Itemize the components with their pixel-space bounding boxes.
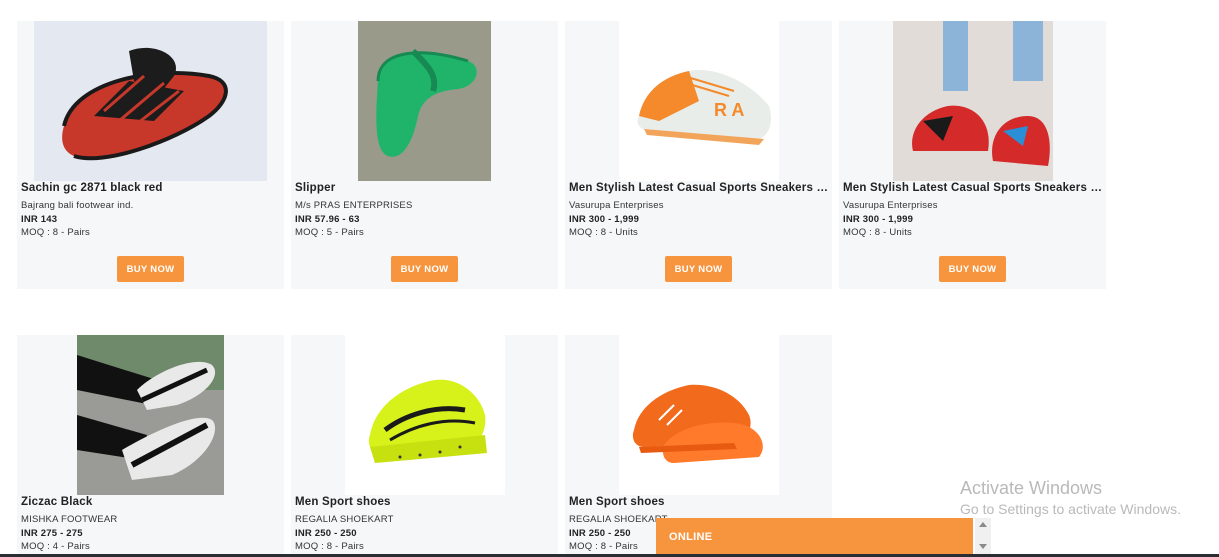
product-price: INR 143 (21, 214, 58, 225)
product-moq: MOQ : 8 - Pairs (569, 541, 638, 552)
product-title[interactable]: Sachin gc 2871 black red (21, 182, 281, 194)
online-chat-bar[interactable]: ONLINE (656, 518, 973, 557)
product-price: INR 300 - 1,999 (569, 214, 640, 225)
product-price: INR 300 - 1,999 (843, 214, 914, 225)
product-grid-page: Sachin gc 2871 black red Bajrang bali fo… (0, 0, 1219, 557)
seller-name[interactable]: M/s PRAS ENTERPRISES (295, 200, 413, 211)
product-image-red-sneakers-worn[interactable] (892, 21, 1053, 181)
product-title[interactable]: Men Sport shoes (295, 496, 555, 508)
product-price: INR 57.96 - 63 (295, 214, 360, 225)
product-moq: MOQ : 5 - Pairs (295, 227, 364, 238)
product-moq: MOQ : 8 - Pairs (21, 227, 90, 238)
product-price: INR 250 - 250 (569, 528, 631, 539)
seller-name[interactable]: REGALIA SHOEKART (569, 514, 668, 525)
seller-name[interactable]: MISHKA FOOTWEAR (21, 514, 117, 525)
seller-name[interactable]: Vasurupa Enterprises (843, 200, 938, 211)
product-price: INR 275 - 275 (21, 528, 83, 539)
watermark-title: Activate Windows (960, 478, 1103, 498)
seller-name[interactable]: Vasurupa Enterprises (569, 200, 664, 211)
buy-now-button[interactable]: BUY NOW (117, 256, 184, 282)
product-image-green-slipper[interactable] (358, 21, 491, 181)
product-card[interactable]: Slipper M/s PRAS ENTERPRISES INR 57.96 -… (291, 21, 558, 289)
product-title[interactable]: Men Stylish Latest Casual Sports Sneaker… (569, 182, 829, 194)
product-moq: MOQ : 8 - Units (843, 227, 912, 238)
product-card[interactable]: Ziczac Black MISHKA FOOTWEAR INR 275 - 2… (17, 335, 284, 557)
product-title[interactable]: Men Sport shoes (569, 496, 829, 508)
product-price: INR 250 - 250 (295, 528, 357, 539)
watermark-subtitle: Go to Settings to activate Windows. (960, 501, 1181, 517)
chat-scrollbar[interactable] (975, 518, 991, 554)
product-title[interactable]: Slipper (295, 182, 555, 194)
product-title[interactable]: Men Stylish Latest Casual Sports Sneaker… (843, 182, 1103, 194)
product-card[interactable]: Sachin gc 2871 black red Bajrang bali fo… (17, 21, 284, 289)
seller-name[interactable]: Bajrang bali footwear ind. (21, 200, 133, 211)
buy-now-button[interactable]: BUY NOW (939, 256, 1006, 282)
scroll-up-arrow-icon[interactable] (979, 522, 987, 527)
buy-now-button[interactable]: BUY NOW (665, 256, 732, 282)
buy-now-button[interactable]: BUY NOW (391, 256, 458, 282)
product-image-orange-sport-shoe[interactable] (618, 335, 779, 495)
product-card[interactable]: Men Stylish Latest Casual Sports Sneaker… (839, 21, 1106, 289)
product-moq: MOQ : 8 - Pairs (295, 541, 364, 552)
scroll-down-arrow-icon[interactable] (979, 544, 987, 549)
product-moq: MOQ : 4 - Pairs (21, 541, 90, 552)
seller-name[interactable]: REGALIA SHOEKART (295, 514, 394, 525)
activate-windows-watermark: Activate Windows Go to Settings to activ… (960, 478, 1181, 517)
product-image-orange-sneaker[interactable]: R A (618, 21, 779, 181)
product-moq: MOQ : 8 - Units (569, 227, 638, 238)
product-image-sandal-red-black[interactable] (34, 21, 267, 181)
svg-text:R A: R A (714, 100, 744, 120)
product-card[interactable]: Men Sport shoes REGALIA SHOEKART INR 250… (291, 335, 558, 557)
product-image-ziczac-black-shoes[interactable] (77, 335, 224, 495)
product-title[interactable]: Ziczac Black (21, 496, 281, 508)
product-card[interactable]: R A Men Stylish Latest Casual Sports Sne… (565, 21, 832, 289)
product-image-neon-sport-shoe[interactable] (344, 335, 505, 495)
